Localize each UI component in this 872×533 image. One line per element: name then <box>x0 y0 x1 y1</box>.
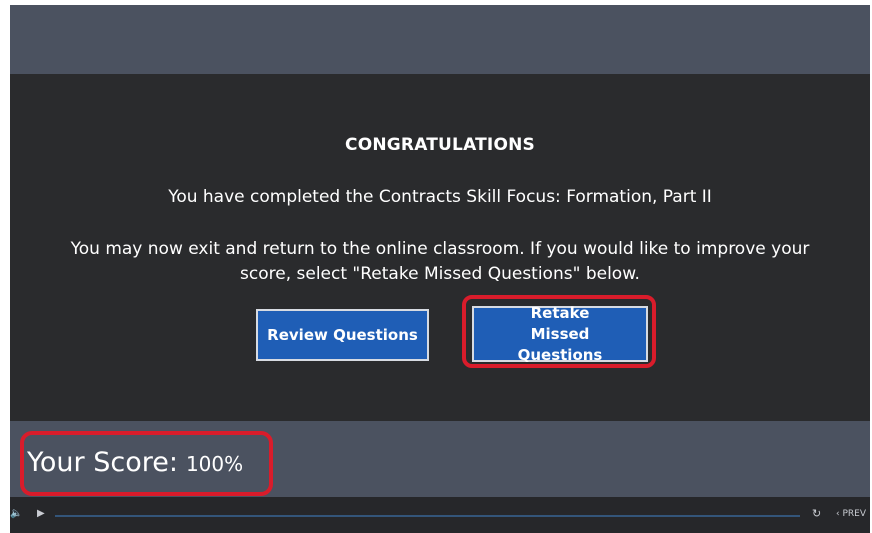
player-controls: 🔈 ▶ ↻ ‹ PREV <box>10 497 870 533</box>
reload-icon[interactable]: ↻ <box>812 507 821 520</box>
score-value: 100% <box>185 452 244 476</box>
top-bar <box>10 5 870 74</box>
volume-icon[interactable]: 🔈 <box>10 508 22 519</box>
play-icon[interactable]: ▶ <box>37 508 45 519</box>
progress-bar[interactable] <box>55 515 800 517</box>
instructions-message: You may now exit and return to the onlin… <box>70 239 810 284</box>
retake-missed-questions-button[interactable]: Retake Missed Questions <box>472 304 648 364</box>
prev-button[interactable]: ‹ PREV <box>836 509 866 519</box>
score-display: Your Score: 100% <box>27 447 243 478</box>
completion-message: You have completed the Contracts Skill F… <box>168 187 712 207</box>
score-bar: Your Score: 100% <box>10 421 870 497</box>
score-label: Your Score: <box>27 447 178 478</box>
review-questions-button[interactable]: Review Questions <box>256 309 429 361</box>
congratulations-heading: CONGRATULATIONS <box>345 135 535 155</box>
lesson-frame: CONGRATULATIONS You have completed the C… <box>10 5 870 533</box>
completion-panel: CONGRATULATIONS You have completed the C… <box>10 74 870 421</box>
